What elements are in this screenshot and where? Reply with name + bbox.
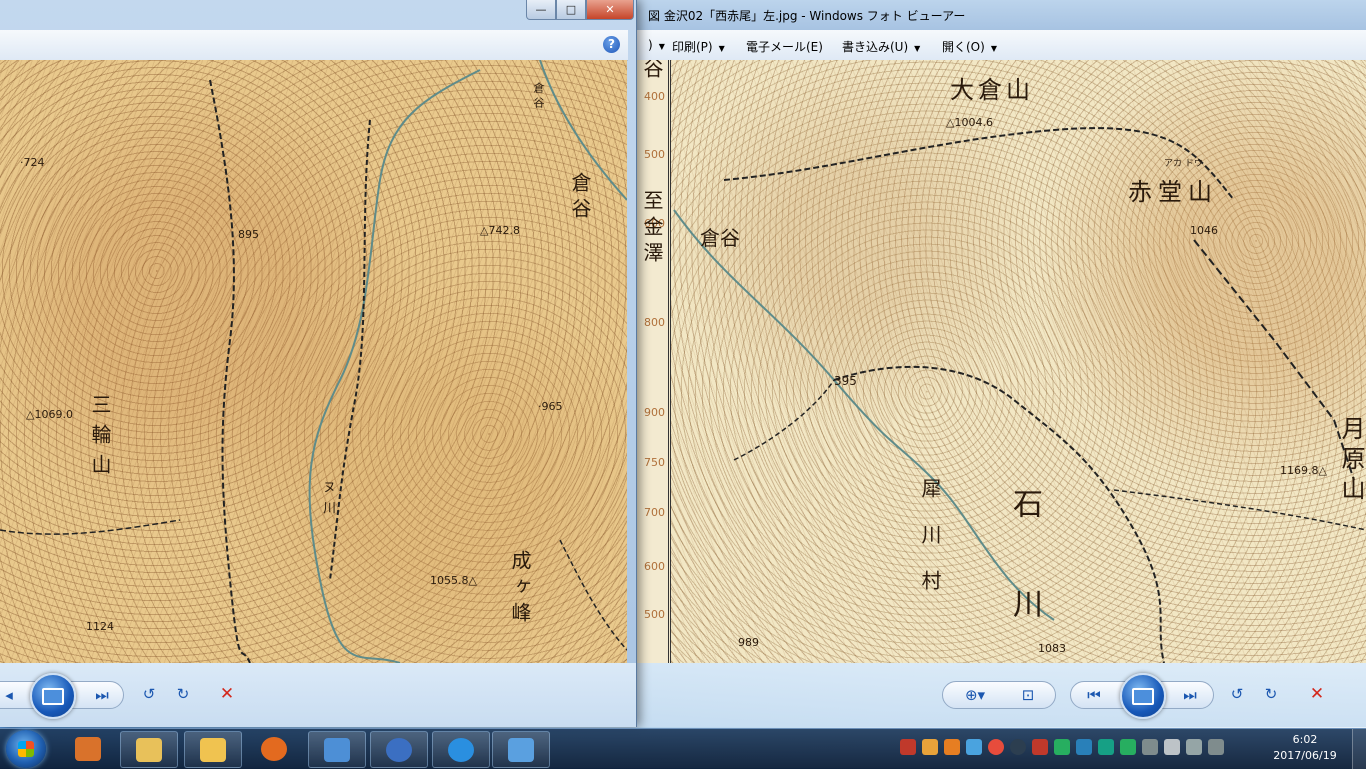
menu-item-open[interactable]: 開く(O) ▼	[942, 38, 997, 55]
tray-icon-3[interactable]	[944, 739, 960, 755]
tray-icon-9[interactable]	[1076, 739, 1092, 755]
tray-icon-2[interactable]	[922, 739, 938, 755]
title-bar[interactable]: 図 金沢02「西赤尾」左.jpg - Windows フォト ビューアー	[630, 0, 1366, 30]
close-button[interactable]: ✕	[586, 0, 634, 20]
zoom-controls: ⊕▾ ⊡	[942, 681, 1056, 709]
photo-viewer-icon	[508, 737, 534, 762]
system-clock[interactable]: 6:02 2017/06/19	[1270, 732, 1340, 764]
taskbar: 6:02 2017/06/19	[0, 728, 1366, 769]
clock-date: 2017/06/19	[1273, 749, 1337, 762]
next-icon[interactable]: ⏭	[87, 682, 117, 708]
help-icon[interactable]: ?	[603, 36, 620, 53]
minimize-button[interactable]: —	[526, 0, 556, 20]
start-button[interactable]	[6, 730, 46, 768]
tray-icon-12[interactable]	[1142, 739, 1158, 755]
viewer-toolbar: ⊕▾ ⊡ ⏮ ⏭ ↺ ↻ ✕	[630, 663, 1366, 727]
taskbar-app-internet-explorer[interactable]	[432, 731, 490, 768]
system-tray	[900, 739, 1224, 755]
mail-icon	[200, 737, 226, 762]
next-icon[interactable]: ⏭	[1175, 682, 1205, 708]
taskbar-app-firefox[interactable]	[246, 731, 302, 766]
volume-icon[interactable]	[1186, 739, 1202, 755]
flag-icon[interactable]	[1164, 739, 1180, 755]
photo-viewer-window-front: — □ ✕ ? ·724 895 △742.8 倉谷 倉谷 △1069.0 三輪…	[0, 0, 637, 727]
tray-icon-7[interactable]	[1032, 739, 1048, 755]
rotate-ccw-icon[interactable]: ↺	[136, 681, 162, 707]
media-player-icon	[386, 737, 412, 762]
internet-explorer-icon	[448, 737, 474, 762]
photo-viewer-window-back: 図 金沢02「西赤尾」左.jpg - Windows フォト ビューアー ) ▼ …	[630, 0, 1366, 727]
tray-icon-1[interactable]	[900, 739, 916, 755]
taskbar-app-tools[interactable]	[60, 731, 116, 766]
command-bar: ) ▼ 印刷(P) ▼ 電子メール(E) 書き込み(U) ▼ 開く(O) ▼	[630, 30, 1366, 61]
rotate-cw-icon[interactable]: ↻	[1258, 681, 1284, 707]
rotate-ccw-icon[interactable]: ↺	[1224, 681, 1250, 707]
delete-icon[interactable]: ✕	[214, 681, 240, 707]
tools-icon	[75, 736, 101, 761]
menu-item-partial[interactable]: ) ▼	[648, 38, 665, 52]
map-routes	[673, 127, 1366, 663]
menu-item-burn[interactable]: 書き込み(U) ▼	[842, 38, 920, 55]
network-icon[interactable]	[1208, 739, 1224, 755]
taskbar-app-media-player[interactable]	[370, 731, 428, 768]
slideshow-icon[interactable]	[1120, 673, 1166, 719]
rotate-cw-icon[interactable]: ↻	[170, 681, 196, 707]
firefox-icon	[261, 736, 287, 761]
control-panel-icon	[324, 737, 350, 762]
taskbar-app-mail[interactable]	[184, 731, 242, 768]
menu-item-print[interactable]: 印刷(P) ▼	[672, 38, 725, 55]
map-image[interactable]: 400 500 600 800 900 750 700 600 500 谷 至金…	[634, 60, 1366, 663]
previous-icon[interactable]: ◂	[0, 682, 19, 708]
tray-icon-4[interactable]	[966, 739, 982, 755]
tray-icon-11[interactable]	[1120, 739, 1136, 755]
show-desktop-button[interactable]	[1352, 729, 1366, 769]
maximize-button[interactable]: □	[556, 0, 586, 20]
taskbar-app-control-panel[interactable]	[308, 731, 366, 768]
clock-time: 6:02	[1292, 733, 1318, 746]
fit-icon[interactable]: ⊡	[1013, 682, 1043, 708]
caption-buttons: — □ ✕	[526, 0, 634, 20]
tray-icon-10[interactable]	[1098, 739, 1114, 755]
folder-icon	[136, 737, 162, 762]
slideshow-icon[interactable]	[30, 673, 76, 719]
map-image[interactable]: ·724 895 △742.8 倉谷 倉谷 △1069.0 三輪山 ヌ川 ·96…	[0, 60, 627, 663]
viewer-toolbar: ◂ ⏭ ↺ ↻ ✕	[0, 663, 636, 727]
taskbar-app-photo-viewer[interactable]	[492, 731, 550, 768]
zoom-icon[interactable]: ⊕▾	[957, 682, 993, 708]
command-bar: ?	[0, 30, 628, 61]
previous-icon[interactable]: ⏮	[1079, 682, 1109, 708]
tray-icon-8[interactable]	[1054, 739, 1070, 755]
delete-icon[interactable]: ✕	[1304, 681, 1330, 707]
menu-item-email[interactable]: 電子メール(E)	[746, 38, 823, 55]
tray-icon-6[interactable]	[1010, 739, 1026, 755]
window-title: 図 金沢02「西赤尾」左.jpg - Windows フォト ビューアー	[648, 9, 966, 23]
taskbar-app-explorer[interactable]	[120, 731, 178, 768]
tray-icon-5[interactable]	[988, 739, 1004, 755]
